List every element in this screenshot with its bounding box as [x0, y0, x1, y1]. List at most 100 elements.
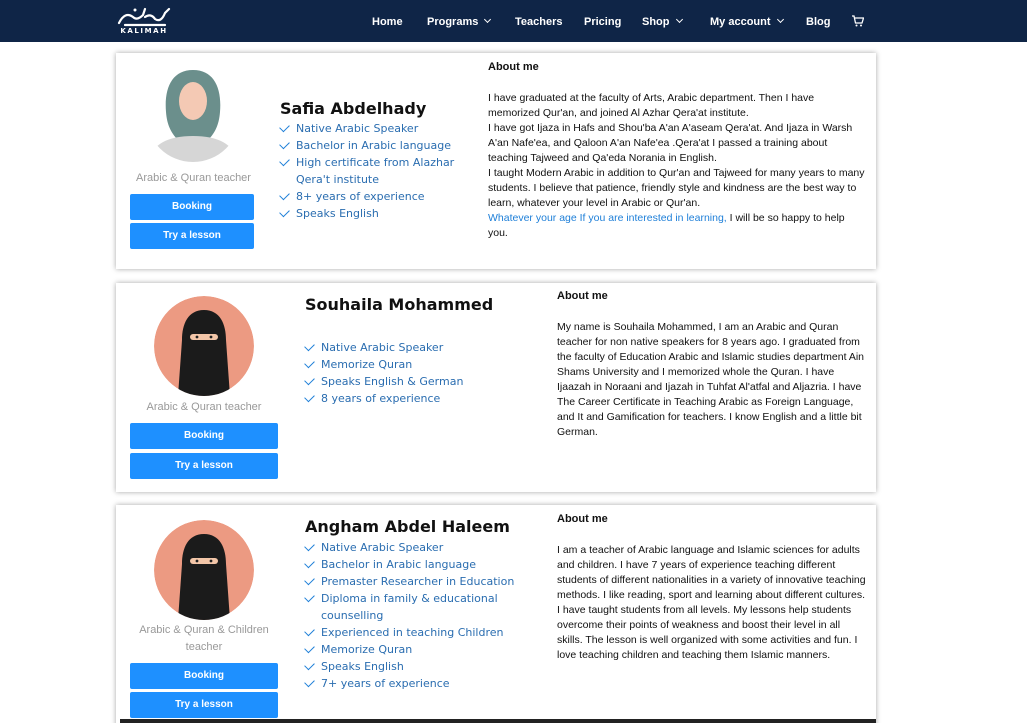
check-icon	[304, 574, 315, 586]
nav-teachers[interactable]: Teachers	[515, 0, 563, 42]
qualification-item: 8 years of experience	[304, 390, 495, 407]
qualification-text: Diploma in family & educational counsell…	[321, 592, 498, 622]
nav-blog[interactable]: Blog	[806, 0, 830, 42]
qualification-text: Speaks English	[296, 207, 379, 220]
qualification-text: Speaks English	[321, 660, 404, 673]
hijab-grey-avatar-icon	[146, 68, 240, 162]
about-paragraph: I have graduated at the faculty of Arts,…	[488, 92, 815, 119]
teacher-card: Arabic & Quran & Children teacher Bookin…	[116, 505, 876, 723]
check-icon	[279, 155, 290, 167]
booking-button[interactable]: Booking	[130, 663, 278, 689]
qualification-text: 8 years of experience	[321, 392, 441, 405]
qualification-text: Experienced in teaching Children	[321, 626, 504, 639]
qualification-item: High certificate from Alazhar Qera't ins…	[279, 154, 470, 188]
teacher-role: Arabic & Quran teacher	[136, 172, 251, 184]
check-icon	[304, 374, 315, 386]
chevron-down-icon	[675, 15, 683, 24]
nav-my-account[interactable]: My account	[710, 0, 784, 42]
qualification-item: Speaks English	[279, 205, 470, 222]
about-heading: About me	[557, 513, 608, 525]
nav-programs[interactable]: Programs	[427, 0, 492, 42]
kalimah-logo[interactable]: KALIMAH	[115, 5, 173, 37]
qualification-item: Memorize Quran	[304, 641, 520, 658]
check-icon	[304, 659, 315, 671]
check-icon	[304, 557, 315, 569]
qualification-item: Native Arabic Speaker	[304, 539, 520, 556]
nav-shop[interactable]: Shop	[642, 0, 683, 42]
qualification-text: 8+ years of experience	[296, 190, 425, 203]
nav-blog-label: Blog	[806, 16, 831, 28]
qualifications-list: Native Arabic Speaker Bachelor in Arabic…	[279, 120, 470, 222]
about-heading: About me	[488, 61, 539, 73]
about-highlight: Whatever your age If you are interested …	[488, 212, 727, 224]
nav-pricing[interactable]: Pricing	[584, 0, 621, 42]
try-a-lesson-button[interactable]: Try a lesson	[130, 223, 254, 249]
about-text: My name is Souhaila Mohammed, I am an Ar…	[557, 321, 865, 438]
qualification-text: Memorize Quran	[321, 358, 413, 371]
qualification-item: Native Arabic Speaker	[279, 120, 470, 137]
check-icon	[304, 642, 315, 654]
cart-icon[interactable]	[852, 15, 864, 27]
check-icon	[279, 138, 290, 150]
about-paragraph: Whatever your age If you are interested …	[488, 211, 866, 241]
teacher-card: Arabic & Quran teacher Booking Try a les…	[116, 53, 876, 269]
teacher-role: Arabic & Quran & Children teacher	[139, 624, 269, 653]
qualification-item: Speaks English	[304, 658, 520, 675]
nav-pricing-label: Pricing	[584, 16, 622, 28]
qualification-item: 8+ years of experience	[279, 188, 470, 205]
nav-home[interactable]: Home	[372, 0, 403, 42]
about-paragraph: I have got Ijaza in Hafs and Shou'ba A'a…	[488, 122, 853, 164]
qualification-item: Bachelor in Arabic language	[279, 137, 470, 154]
niqab-avatar-icon	[154, 296, 254, 396]
check-icon	[304, 540, 315, 552]
qualification-item: Native Arabic Speaker	[304, 339, 495, 356]
try-a-lesson-button[interactable]: Try a lesson	[130, 692, 278, 718]
teacher-role: Arabic & Quran teacher	[146, 401, 262, 413]
booking-button[interactable]: Booking	[130, 194, 254, 220]
booking-button[interactable]: Booking	[130, 423, 278, 449]
top-nav-bar: KALIMAH Home Programs Teachers Pricing S…	[0, 0, 1027, 42]
nav-my-account-label: My account	[710, 16, 771, 28]
qualification-text: Native Arabic Speaker	[296, 122, 419, 135]
try-a-lesson-button[interactable]: Try a lesson	[130, 453, 278, 479]
check-icon	[304, 676, 315, 688]
qualification-item: Bachelor in Arabic language	[304, 556, 520, 573]
nav-shop-label: Shop	[642, 16, 670, 28]
teacher-avatar	[146, 68, 240, 162]
logo-calligraphy-icon	[117, 7, 171, 27]
qualification-text: Bachelor in Arabic language	[296, 139, 451, 152]
check-icon	[304, 391, 315, 403]
qualification-item: Diploma in family & educational counsell…	[304, 590, 520, 624]
qualification-item: Premaster Researcher in Education	[304, 573, 520, 590]
check-icon	[304, 625, 315, 637]
teacher-name: Souhaila Mohammed	[305, 295, 494, 314]
nav-teachers-label: Teachers	[515, 16, 563, 28]
check-icon	[279, 189, 290, 201]
qualification-text: 7+ years of experience	[321, 677, 450, 690]
logo-text: KALIMAH	[120, 27, 168, 35]
teacher-card: Arabic & Quran teacher Booking Try a les…	[116, 283, 876, 492]
check-icon	[304, 591, 315, 603]
teacher-avatar	[154, 520, 254, 620]
about-text: I am a teacher of Arabic language and Is…	[557, 544, 866, 661]
nav-programs-label: Programs	[427, 16, 479, 28]
chevron-down-icon	[776, 15, 784, 24]
niqab-avatar-icon	[154, 520, 254, 620]
check-icon	[279, 206, 290, 218]
qualification-text: Speaks English & German	[321, 375, 464, 388]
qualification-text: Premaster Researcher in Education	[321, 575, 515, 588]
qualification-item: Speaks English & German	[304, 373, 495, 390]
qualifications-list: Native Arabic Speaker Bachelor in Arabic…	[304, 539, 520, 692]
qualification-text: Bachelor in Arabic language	[321, 558, 476, 571]
check-icon	[279, 121, 290, 133]
qualification-text: Memorize Quran	[321, 643, 413, 656]
check-icon	[304, 357, 315, 369]
qualification-text: Native Arabic Speaker	[321, 341, 444, 354]
qualification-item: Experienced in teaching Children	[304, 624, 520, 641]
qualification-text: High certificate from Alazhar Qera't ins…	[296, 156, 455, 186]
qualifications-list: Native Arabic Speaker Memorize Quran Spe…	[304, 339, 495, 407]
about-heading: About me	[557, 290, 608, 302]
about-text: I have graduated at the faculty of Arts,…	[488, 91, 866, 241]
about-paragraph: I taught Modern Arabic in addition to Qu…	[488, 167, 865, 209]
qualification-text: Native Arabic Speaker	[321, 541, 444, 554]
